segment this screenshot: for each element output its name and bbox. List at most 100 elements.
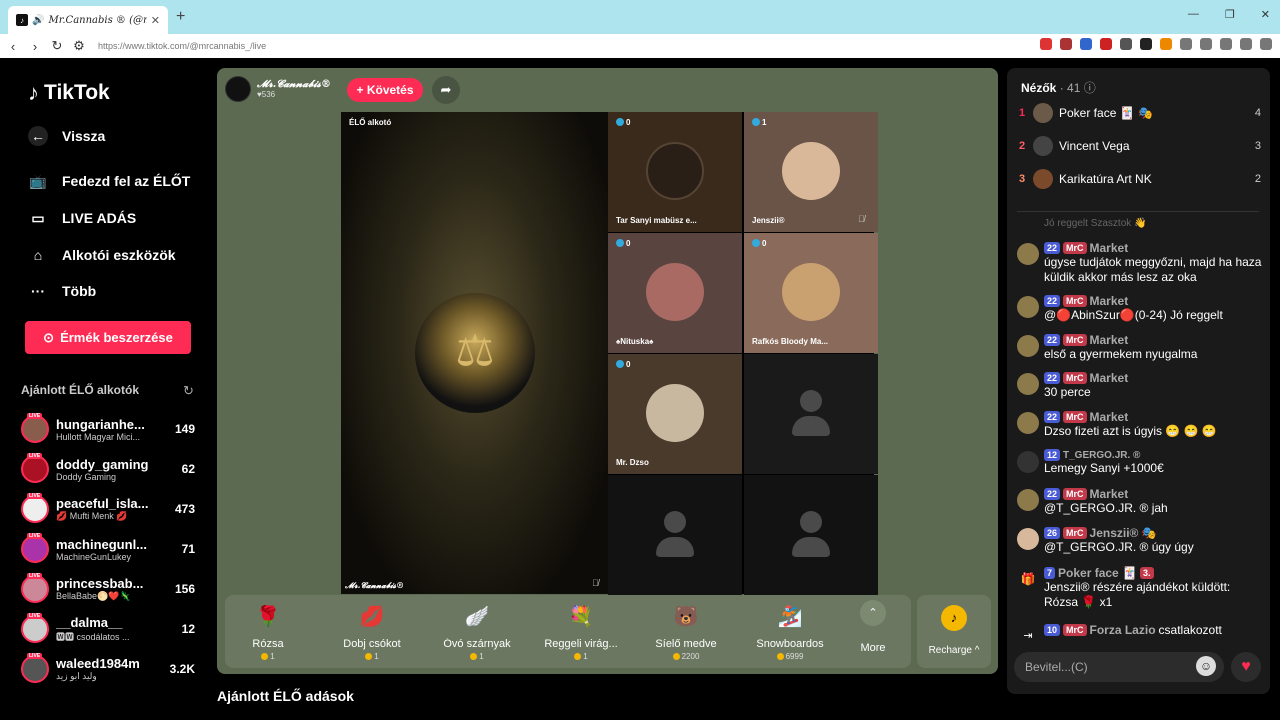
gift-item[interactable]: 🌹 Rózsa 1 (218, 600, 318, 661)
chat-username[interactable]: Jenszii® 🎭 (1090, 526, 1157, 540)
chat-text: első a gyermekem nyugalma (1044, 347, 1198, 361)
fan-badge: MrC (1063, 295, 1087, 307)
extension-icon[interactable] (1160, 38, 1172, 50)
refresh-icon[interactable]: ↻ (183, 383, 194, 399)
empty-seat-person-icon (791, 390, 831, 438)
avatar: LIVE (21, 573, 49, 603)
extension-icon[interactable] (1120, 38, 1132, 50)
recommended-creator[interactable]: LIVE waleed1984m وليد ابو زيد 3.2K (21, 653, 201, 685)
chat-username[interactable]: Market (1090, 487, 1129, 501)
top-viewer-row[interactable]: 3 Karikatúra Art NK 2 (1019, 167, 1261, 191)
tiktok-logo[interactable]: ♪ TikTok (28, 80, 110, 106)
back-link[interactable]: ← Vissza (28, 126, 105, 146)
nav-creator-tools[interactable]: ⌂ Alkotói eszközök (28, 245, 176, 265)
guest-tile[interactable]: 0 Rafkós Bloody Ma... (744, 233, 878, 353)
get-coins-button[interactable]: ⊙ Érmék beszerzése (25, 321, 191, 354)
extension-icon[interactable] (1100, 38, 1112, 50)
more-gifts-button[interactable]: ⌃ More (851, 600, 895, 654)
empty-seat[interactable] (744, 354, 878, 474)
recharge-button[interactable]: ♪ Recharge ^ (917, 595, 991, 668)
recommended-creator[interactable]: LIVE princessbab... BellaBabe🌕❤️🦎 156 (21, 573, 201, 605)
speaker-icon[interactable]: 🔊 (32, 15, 44, 26)
emoji-icon[interactable]: ☺ (1196, 656, 1216, 676)
chat-message[interactable]: 22 MrC Market 30 perce (1017, 371, 1263, 400)
host-avatar[interactable] (225, 76, 251, 102)
site-info-icon[interactable]: ⚙ (70, 38, 88, 54)
restore-button[interactable]: ❐ (1225, 8, 1235, 21)
close-window-button[interactable]: ✕ (1261, 8, 1270, 21)
chat-message[interactable]: 26 MrC Jenszii® 🎭 @T_GERGO.JR. ® úgy úgy (1017, 526, 1263, 555)
follow-button[interactable]: + Követés (347, 78, 423, 102)
nav-more[interactable]: ··· Több (28, 281, 96, 301)
avatar (1033, 103, 1053, 123)
level-badge: 26 (1044, 527, 1061, 539)
gift-notification[interactable]: 🎁 7 Poker face 🃏 3. Jenszii® részére ajánd… (1017, 566, 1263, 610)
divider (1017, 211, 1259, 212)
chat-username[interactable]: Market (1090, 371, 1129, 385)
level-badge: 10 (1044, 624, 1061, 636)
recommended-creator[interactable]: LIVE doddy_gaming Doddy Gaming 62 (21, 453, 201, 485)
recommended-creator[interactable]: LIVE __dalma__ 🆆🆆 csodálatos ... 12 (21, 613, 201, 645)
top-viewer-row[interactable]: 1 Poker face 🃏 🎭 4 (1019, 101, 1261, 125)
chat-username[interactable]: Market (1090, 333, 1129, 347)
chat-input[interactable]: Bevitel...(C) (1014, 652, 1224, 682)
empty-seat[interactable] (608, 475, 742, 595)
recommended-creator[interactable]: LIVE peaceful_isla... 💋 Mufti Menk 💋 473 (21, 493, 201, 525)
minimize-button[interactable]: — (1188, 8, 1199, 21)
chat-message[interactable]: 12 T_GERGO.JR. ® Lemegy Sanyi +1000€ (1017, 449, 1263, 476)
chat-username[interactable]: Market (1090, 410, 1129, 424)
forward-arrow-icon[interactable]: › (26, 39, 44, 54)
chat-message[interactable]: 22 MrC Market @T_GERGO.JR. ® jah (1017, 487, 1263, 516)
menu-icon[interactable] (1260, 38, 1272, 50)
guest-tile[interactable]: 0 Tar Sanyi mabüsz e... (608, 112, 742, 232)
chat-username[interactable]: Market (1090, 241, 1129, 255)
close-tab-icon[interactable]: ✕ (151, 14, 160, 27)
extension-icon[interactable] (1240, 38, 1252, 50)
chat-message[interactable]: 22 MrC Market úgyse tudjátok meggyőzni, ma… (1017, 241, 1263, 285)
browser-tab[interactable]: ♪ 🔊 Mr.Cannabis ® (@mrcannabis ✕ (8, 6, 168, 34)
extension-icon[interactable] (1200, 38, 1212, 50)
extension-icon[interactable] (1220, 38, 1232, 50)
gift-item[interactable]: 🐻 Síelő medve 2200 (636, 600, 736, 661)
viewers-header[interactable]: Nézők · 41 ⓘ (1021, 79, 1096, 96)
viewer-count: 12 (181, 622, 195, 636)
gift-item[interactable]: 🏂 Snowboardos 6999 (740, 600, 840, 661)
chat-username[interactable]: Poker face 🃏 (1058, 566, 1137, 580)
chat-message[interactable]: 22 MrC Market Dzso fizeti azt is úgyis 😁 😁… (1017, 410, 1263, 439)
brave-shield-icon[interactable] (1040, 38, 1052, 50)
guest-tile[interactable]: 1 Jenszii® 🎙̸ (744, 112, 878, 232)
nav-live-studio[interactable]: ▭ LIVE ADÁS (28, 208, 136, 228)
gift-item[interactable]: 💐 Reggeli virág... 1 (531, 600, 631, 661)
recommended-creator[interactable]: LIVE machinegunl... MachineGunLukey 71 (21, 533, 201, 565)
extension-icon[interactable] (1180, 38, 1192, 50)
gift-item[interactable]: 💋 Dobj csókot 1 (322, 600, 422, 661)
join-notification[interactable]: ⇥ 10 MrC Forza Lazio csatlakozott (1017, 623, 1263, 642)
extension-icon[interactable] (1080, 38, 1092, 50)
share-icon[interactable]: ➦ (432, 76, 460, 104)
extension-icon[interactable] (1140, 38, 1152, 50)
nav-explore-live[interactable]: 📺 Fedezd fel az ÉLŐT (28, 171, 190, 191)
reload-icon[interactable]: ↻ (48, 38, 66, 54)
chat-message[interactable]: 22 MrC Market első a gyermekem nyugalma (1017, 333, 1263, 362)
chat-username[interactable]: T_GERGO.JR. ® (1063, 450, 1140, 461)
top-viewer-row[interactable]: 2 Vincent Vega 3 (1019, 134, 1261, 158)
chat-message[interactable]: 22 MrC Market @🔴AbinSzur🔴(0-24) Jó reggelt (1017, 294, 1263, 323)
viewer-count: 71 (181, 542, 195, 556)
host-info[interactable]: 𝓜𝓻.𝓒𝓪𝓷𝓷𝓪𝓫𝓲𝓼® ♥536 (225, 76, 331, 102)
help-icon[interactable]: ⓘ (1084, 81, 1096, 95)
url-field[interactable]: https://www.tiktok.com/@mrcannabis_/live (98, 41, 266, 51)
empty-seat[interactable] (744, 475, 878, 595)
chat-username[interactable]: Forza Lazio (1090, 623, 1156, 637)
new-tab-button[interactable]: + (176, 8, 185, 26)
level-badge: 7 (1044, 567, 1056, 579)
guest-tile[interactable]: 0 ♠Nituska♠ (608, 233, 742, 353)
logo-text: TikTok (44, 81, 110, 104)
back-arrow-icon[interactable]: ‹ (4, 39, 22, 54)
chat-username[interactable]: Market (1090, 294, 1129, 308)
like-heart-button[interactable]: ♥ (1231, 652, 1261, 682)
host-name[interactable]: 𝓜𝓻.𝓒𝓪𝓷𝓷𝓪𝓫𝓲𝓼® (257, 79, 331, 90)
guest-tile[interactable]: 0 Mr. Dzso (608, 354, 742, 474)
rewards-icon[interactable] (1060, 38, 1072, 50)
recommended-creator[interactable]: LIVE hungarianhe... Hullott Magyar Mici..… (21, 413, 201, 445)
gift-item[interactable]: 🪽 Óvó szárnyak 1 (427, 600, 527, 661)
